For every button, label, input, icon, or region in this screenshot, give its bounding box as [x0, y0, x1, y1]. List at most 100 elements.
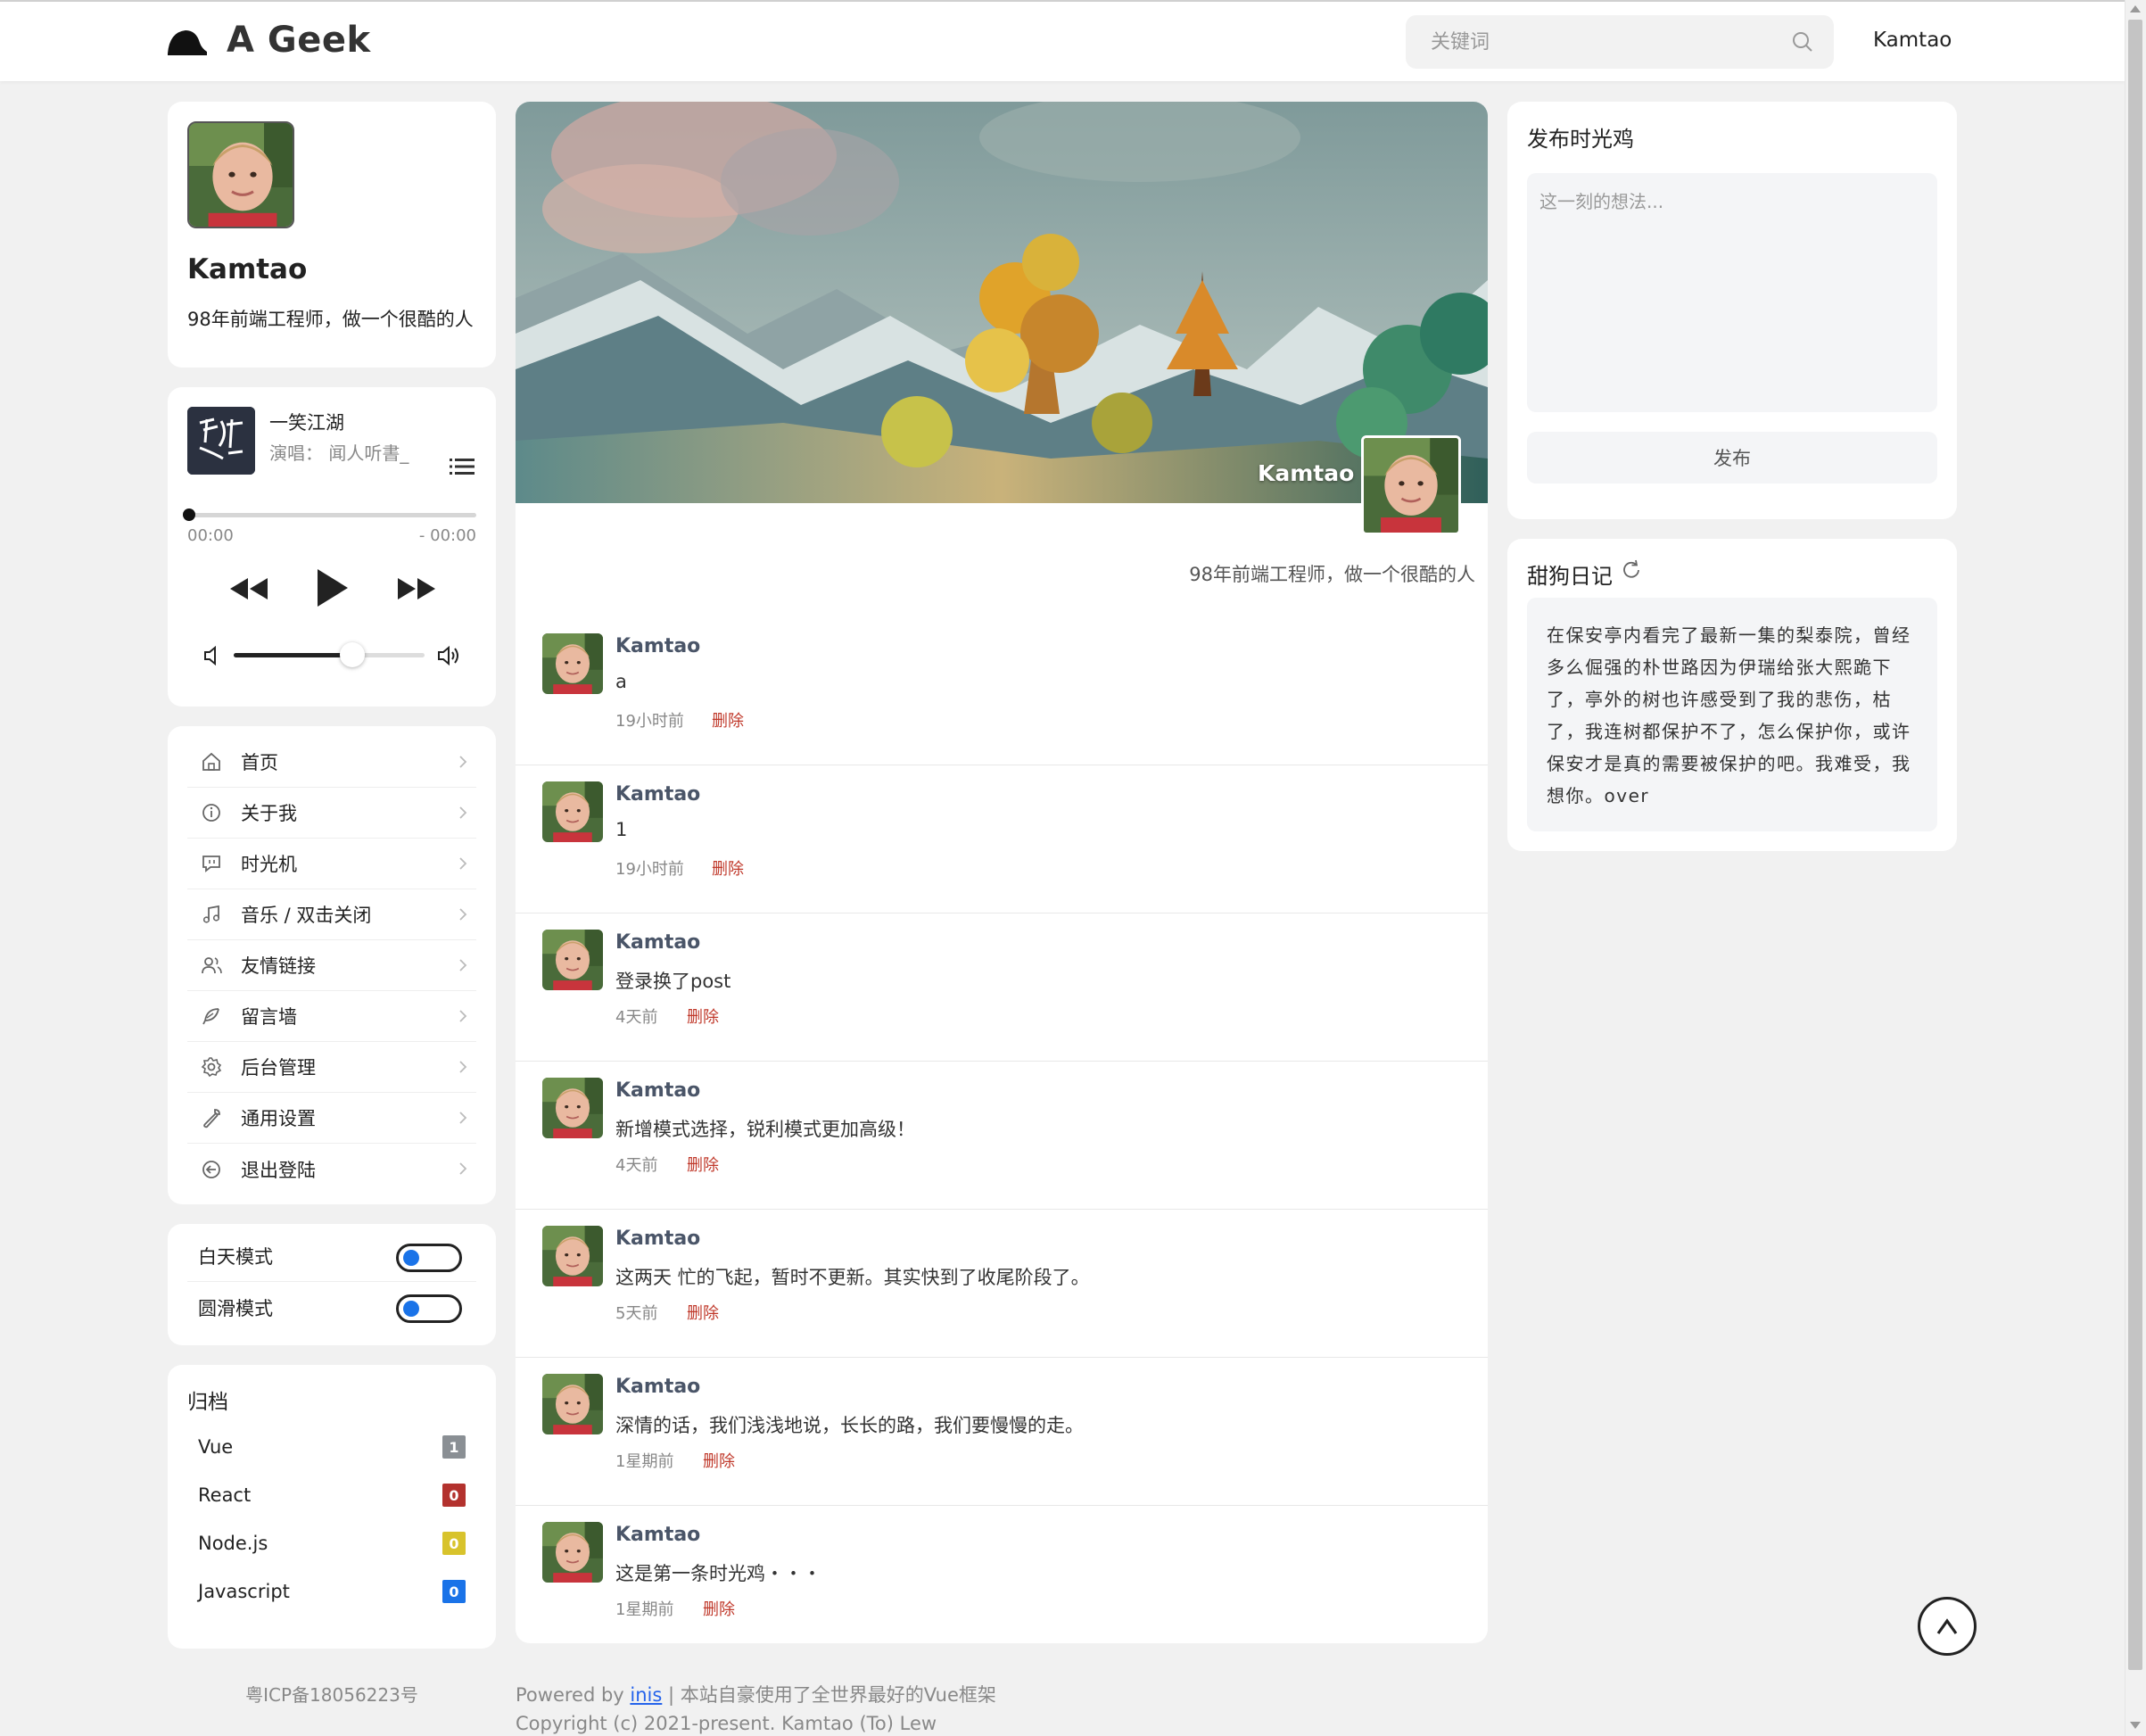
footer-inis-link[interactable]: inis — [630, 1684, 662, 1706]
volume-mute-icon[interactable] — [203, 646, 221, 665]
search-input[interactable] — [1431, 15, 1770, 69]
post-author[interactable]: Kamtao — [615, 783, 700, 806]
header-user-name[interactable]: Kamtao — [1873, 29, 1952, 52]
main-bio: 98年前端工程师，做一个很酷的人 — [1189, 564, 1475, 585]
post-time: 4天前 — [615, 1156, 658, 1175]
post-delete-button[interactable]: 删除 — [687, 1301, 719, 1324]
post-delete-button[interactable]: 删除 — [687, 1004, 719, 1028]
site-title[interactable]: A Geek — [227, 20, 371, 61]
archive-item-react[interactable]: React 0 — [198, 1477, 466, 1513]
album-cover — [187, 407, 255, 475]
timeline-post: Kamtao 登录换了post 4天前 删除 — [516, 913, 1488, 1062]
profile-avatar[interactable] — [187, 121, 294, 228]
logo-icon[interactable] — [166, 27, 209, 59]
archive-item-javascript[interactable]: Javascript 0 — [198, 1574, 466, 1609]
info-icon — [202, 804, 220, 822]
post-avatar[interactable] — [542, 781, 603, 842]
play-icon[interactable] — [314, 567, 350, 608]
chat-bubble-icon — [202, 856, 220, 872]
archive-item-vue[interactable]: Vue 1 — [198, 1429, 466, 1465]
diary-title: 甜狗日记 — [1527, 564, 1613, 589]
nav-item-logout[interactable]: 退出登陆 — [187, 1144, 476, 1195]
timeline-post: Kamtao 深情的话，我们浅浅地说，长长的路，我们要慢慢的走。 1星期前 删除 — [516, 1358, 1488, 1506]
post-delete-button[interactable]: 删除 — [712, 856, 744, 880]
page-scrollbar[interactable] — [2125, 0, 2146, 1736]
nav-item-music[interactable]: 音乐 / 双击关闭 — [187, 889, 476, 940]
archive-count-badge: 0 — [442, 1532, 466, 1555]
archive-label: Javascript — [198, 1581, 290, 1602]
post-time: 1星期前 — [615, 1600, 674, 1619]
post-author[interactable]: Kamtao — [615, 1376, 700, 1398]
scrollbar-thumb[interactable] — [2128, 20, 2142, 1670]
toggle-knob — [403, 1250, 419, 1266]
post-delete-button[interactable]: 删除 — [703, 1449, 735, 1472]
timeline-post: Kamtao 这两天 忙的飞起，暂时不更新。其实快到了收尾阶段了。 5天前 删除 — [516, 1210, 1488, 1358]
post-avatar[interactable] — [542, 930, 603, 990]
icp-record-link[interactable]: 粤ICP备18056223号 — [168, 1681, 496, 1707]
banner-user-name: Kamtao — [1258, 460, 1355, 486]
nav-item-timemachine[interactable]: 时光机 — [187, 839, 476, 889]
post-content: 登录换了post — [615, 971, 731, 992]
post-delete-button[interactable]: 删除 — [712, 708, 744, 732]
post-delete-button[interactable]: 删除 — [687, 1153, 719, 1176]
nav-item-friends[interactable]: 友情链接 — [187, 940, 476, 991]
next-track-icon[interactable] — [396, 576, 437, 601]
smooth-mode-toggle[interactable] — [396, 1294, 462, 1323]
nav-item-about[interactable]: 关于我 — [187, 788, 476, 839]
home-icon — [202, 752, 220, 771]
refresh-icon[interactable] — [1620, 558, 1643, 582]
day-mode-toggle[interactable] — [396, 1244, 462, 1272]
post-author[interactable]: Kamtao — [615, 1079, 700, 1102]
back-to-top-button[interactable] — [1918, 1597, 1977, 1656]
nav-item-home[interactable]: 首页 — [187, 737, 476, 788]
chevron-right-icon — [459, 857, 467, 870]
post-content: 新增模式选择，锐利模式更加高级！ — [615, 1119, 915, 1140]
music-note-icon — [202, 905, 220, 923]
post-avatar[interactable] — [542, 633, 603, 694]
timeline-post: Kamtao 新增模式选择，锐利模式更加高级！ 4天前 删除 — [516, 1062, 1488, 1210]
post-avatar[interactable] — [542, 1522, 603, 1583]
chevron-up-icon — [1936, 1618, 1958, 1634]
chevron-right-icon — [459, 1061, 467, 1073]
diary-content-box: 在保安亭内看完了最新一集的梨泰院，曾经多么倔强的朴世路因为伊瑞给张大熙跪下了，亭… — [1527, 598, 1937, 831]
post-time: 5天前 — [615, 1304, 658, 1323]
archive-item-nodejs[interactable]: Node.js 0 — [198, 1525, 466, 1561]
logout-icon — [202, 1160, 220, 1178]
previous-track-icon[interactable] — [228, 576, 269, 601]
wrench-icon — [203, 1109, 220, 1128]
chevron-right-icon — [459, 959, 467, 971]
playlist-icon[interactable] — [450, 457, 475, 476]
profile-bio: 98年前端工程师，做一个很酷的人 — [187, 309, 474, 330]
post-delete-button[interactable]: 删除 — [703, 1597, 735, 1620]
volume-knob[interactable] — [339, 642, 365, 667]
volume-up-icon[interactable] — [437, 644, 462, 667]
day-mode-row: 白天模式 — [187, 1231, 476, 1282]
publish-textarea[interactable] — [1527, 173, 1937, 412]
search-icon[interactable] — [1791, 30, 1814, 54]
profile-name: Kamtao — [187, 253, 308, 285]
post-author[interactable]: Kamtao — [615, 1228, 700, 1250]
nav-item-admin[interactable]: 后台管理 — [187, 1042, 476, 1093]
post-avatar[interactable] — [542, 1226, 603, 1286]
publish-button[interactable]: 发布 — [1527, 432, 1937, 484]
progress-handle[interactable] — [183, 508, 195, 521]
volume-slider[interactable] — [234, 642, 425, 667]
nav-item-settings[interactable]: 通用设置 — [187, 1093, 476, 1144]
archive-label: React — [198, 1484, 252, 1506]
time-current: 00:00 — [187, 526, 234, 545]
post-author[interactable]: Kamtao — [615, 1524, 700, 1546]
post-avatar[interactable] — [542, 1374, 603, 1434]
post-author[interactable]: Kamtao — [615, 635, 700, 657]
users-icon — [202, 957, 222, 974]
post-avatar[interactable] — [542, 1078, 603, 1138]
scroll-up-arrow-icon[interactable] — [2130, 5, 2141, 12]
song-progress-bar[interactable] — [183, 508, 476, 521]
gear-icon — [201, 1057, 222, 1078]
post-author[interactable]: Kamtao — [615, 931, 700, 954]
archive-label: Node.js — [198, 1533, 268, 1554]
banner-avatar[interactable] — [1361, 435, 1461, 535]
day-mode-label: 白天模式 — [198, 1246, 273, 1268]
scroll-down-arrow-icon[interactable] — [2130, 1722, 2141, 1729]
nav-item-guestbook[interactable]: 留言墙 — [187, 991, 476, 1042]
chevron-right-icon — [459, 756, 467, 768]
